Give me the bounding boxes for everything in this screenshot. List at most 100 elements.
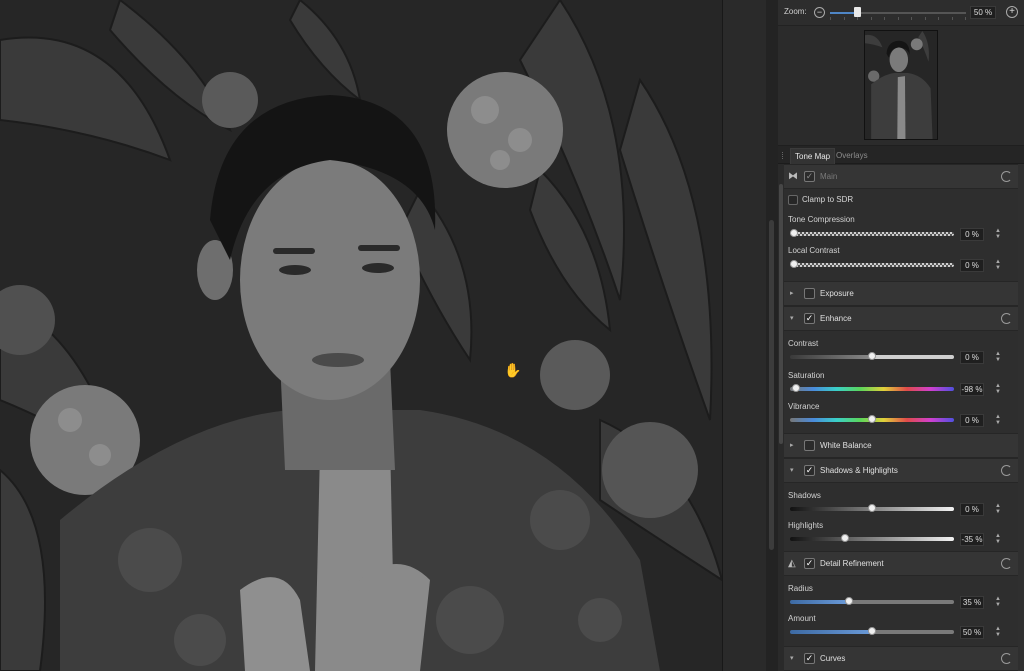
local-contrast-knob[interactable]	[790, 260, 798, 268]
vibrance-value[interactable]: 0 %	[960, 414, 984, 427]
clamp-label: Clamp to SDR	[802, 195, 854, 205]
tone-compression-slider[interactable]	[790, 229, 954, 237]
tab-strip: Tone Map Overlays	[778, 146, 1024, 164]
grip-handle-icon[interactable]	[782, 152, 784, 159]
vibrance-stepper[interactable]: ▲ ▼	[994, 414, 1002, 427]
shadows-label: Shadows	[788, 491, 821, 500]
section-white-balance[interactable]: ▸ White Balance	[784, 433, 1018, 458]
photo-canvas[interactable]: ✋	[0, 0, 722, 671]
navigator-thumbnail[interactable]	[864, 30, 938, 140]
expand-exposure-icon[interactable]: ▸	[790, 289, 794, 297]
zoom-tick	[884, 17, 885, 20]
tab-overlays[interactable]: Overlays	[832, 148, 872, 164]
curves-checkbox[interactable]: ✓	[804, 653, 815, 664]
highlights-value[interactable]: -35 %	[960, 533, 984, 546]
zoom-label: Zoom:	[784, 7, 807, 16]
collapse-curves-icon[interactable]: ▾	[790, 654, 794, 662]
highlights-stepper[interactable]: ▲ ▼	[994, 533, 1002, 546]
radius-slider[interactable]	[790, 597, 954, 605]
saturation-stepper[interactable]: ▲ ▼	[994, 383, 1002, 396]
contrast-stepper[interactable]: ▲ ▼	[994, 351, 1002, 364]
reset-curves-icon[interactable]	[1001, 653, 1012, 664]
clamp-checkbox[interactable]	[788, 195, 798, 205]
amount-slider[interactable]	[790, 627, 954, 635]
local-contrast-label: Local Contrast	[788, 246, 840, 255]
zoom-tick	[870, 17, 872, 20]
section-exposure[interactable]: ▸ Exposure	[784, 281, 1018, 306]
saturation-slider[interactable]	[790, 384, 954, 392]
reset-enhance-icon[interactable]	[1001, 313, 1012, 324]
tone-compression-value[interactable]: 0 %	[960, 228, 984, 241]
right-panel: Zoom: − 50 % + Tone Map Overlays ⧓ ✓ Mai…	[778, 0, 1024, 671]
enhance-title: Enhance	[820, 314, 852, 323]
section-detail-refinement[interactable]: ◭ ✓ Detail Refinement	[784, 551, 1018, 576]
zoom-slider-knob[interactable]	[854, 7, 862, 17]
section-shadows-highlights[interactable]: ▾ ✓ Shadows & Highlights	[784, 458, 1018, 483]
highlights-slider[interactable]	[790, 534, 954, 542]
contrast-value[interactable]: 0 %	[960, 351, 984, 364]
collapse-enhance-icon[interactable]: ▾	[790, 314, 794, 322]
amount-knob[interactable]	[868, 627, 876, 635]
expand-white-balance-icon[interactable]: ▸	[790, 441, 794, 449]
tone-compression-knob[interactable]	[790, 229, 798, 237]
shadows-knob[interactable]	[868, 504, 876, 512]
scrollbar-thumb[interactable]	[769, 220, 774, 550]
collapse-shadows-highlights-icon[interactable]: ▾	[790, 466, 794, 474]
radius-stepper[interactable]: ▲ ▼	[994, 596, 1002, 609]
zoom-tick	[843, 17, 845, 20]
navigator-panel[interactable]	[778, 26, 1024, 146]
section-main[interactable]: ⧓ ✓ Main	[784, 164, 1018, 189]
white-balance-checkbox[interactable]	[804, 440, 815, 451]
main-section-icon: ⧓	[788, 171, 798, 182]
detail-refinement-title: Detail Refinement	[820, 559, 884, 568]
shadows-highlights-title: Shadows & Highlights	[820, 466, 898, 475]
highlights-knob[interactable]	[841, 534, 850, 542]
radius-value[interactable]: 35 %	[960, 596, 984, 609]
clamp-to-sdr-option[interactable]: Clamp to SDR	[788, 195, 853, 205]
reset-detail-refinement-icon[interactable]	[1001, 558, 1012, 569]
panel-divider	[722, 0, 767, 671]
exposure-checkbox[interactable]	[804, 288, 815, 299]
tab-tone-map[interactable]: Tone Map	[790, 148, 836, 164]
vibrance-slider[interactable]	[790, 415, 954, 423]
contrast-slider[interactable]	[790, 352, 954, 360]
section-curves[interactable]: ▾ ✓ Curves	[784, 646, 1018, 671]
reset-main-icon[interactable]	[1001, 171, 1012, 182]
shadows-stepper[interactable]: ▲ ▼	[994, 503, 1002, 516]
curves-title: Curves	[820, 654, 846, 663]
section-enhance[interactable]: ▾ ✓ Enhance	[784, 306, 1018, 331]
local-contrast-stepper[interactable]: ▲ ▼	[994, 259, 1002, 272]
shadows-slider[interactable]	[790, 504, 954, 512]
tone-compression-stepper[interactable]: ▲ ▼	[994, 228, 1002, 241]
saturation-knob[interactable]	[791, 384, 800, 392]
local-contrast-slider[interactable]	[790, 260, 954, 268]
reset-shadows-highlights-icon[interactable]	[1001, 465, 1012, 476]
zoom-out-icon[interactable]: −	[814, 7, 825, 18]
zoom-tick	[857, 17, 858, 20]
radius-knob[interactable]	[844, 597, 853, 605]
zoom-tick	[924, 17, 926, 20]
zoom-tick	[951, 17, 953, 20]
main-title: Main	[820, 172, 838, 181]
zoom-slider[interactable]	[830, 7, 966, 20]
tone-compression-label: Tone Compression	[788, 215, 855, 224]
local-contrast-value[interactable]: 0 %	[960, 259, 984, 272]
amount-stepper[interactable]: ▲ ▼	[994, 626, 1002, 639]
vertical-scrollbar[interactable]	[766, 0, 778, 671]
contrast-knob[interactable]	[868, 352, 876, 360]
zoom-value[interactable]: 50 %	[970, 6, 996, 19]
enhance-checkbox[interactable]: ✓	[804, 313, 815, 324]
amount-value[interactable]: 50 %	[960, 626, 984, 639]
main-body: Clamp to SDR Tone Compression 0 % ▲ ▼ Loc…	[784, 189, 1018, 281]
saturation-value[interactable]: -98 %	[960, 383, 984, 396]
vibrance-label: Vibrance	[788, 402, 820, 411]
vibrance-knob[interactable]	[868, 415, 876, 423]
panel-scrollbar-thumb[interactable]	[779, 184, 783, 444]
shadows-value[interactable]: 0 %	[960, 503, 984, 516]
zoom-in-icon[interactable]: +	[1006, 6, 1018, 18]
zoom-tick	[830, 17, 831, 20]
detail-refinement-checkbox[interactable]: ✓	[804, 558, 815, 569]
main-checkbox[interactable]: ✓	[804, 171, 815, 182]
shadows-highlights-checkbox[interactable]: ✓	[804, 465, 815, 476]
photo-image	[0, 0, 722, 671]
